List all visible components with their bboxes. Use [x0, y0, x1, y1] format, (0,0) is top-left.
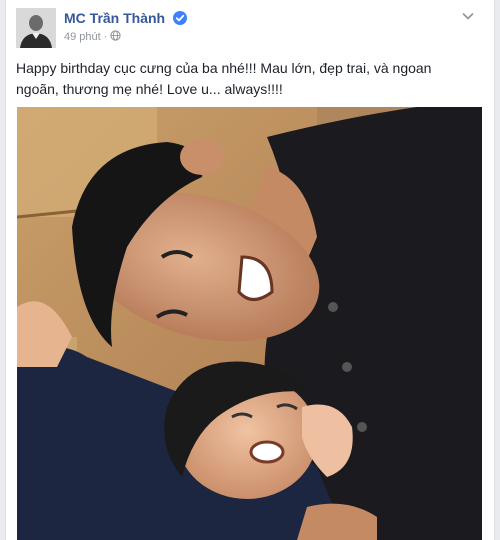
meta-separator: ·: [103, 31, 108, 43]
post-photo[interactable]: [17, 107, 482, 540]
avatar-image: [16, 8, 56, 48]
post-card: MC Trần Thành 49 phút · Happy birthday cụ…: [5, 0, 495, 540]
author-avatar[interactable]: [16, 8, 56, 48]
post-text: Happy birthday cục cưng của ba nhé!!! Ma…: [16, 60, 432, 97]
post-meta: 49 phút ·: [64, 30, 122, 43]
author-name[interactable]: MC Trần Thành: [64, 10, 165, 26]
post-header: MC Trần Thành 49 phút ·: [16, 8, 476, 48]
verified-badge-icon: [173, 11, 188, 25]
photo-image: [17, 107, 482, 540]
post-timestamp[interactable]: 49 phút: [64, 31, 101, 43]
chevron-down-icon[interactable]: [460, 8, 476, 24]
globe-icon[interactable]: [110, 30, 122, 41]
author-name-link[interactable]: MC Trần Thành: [64, 10, 188, 26]
